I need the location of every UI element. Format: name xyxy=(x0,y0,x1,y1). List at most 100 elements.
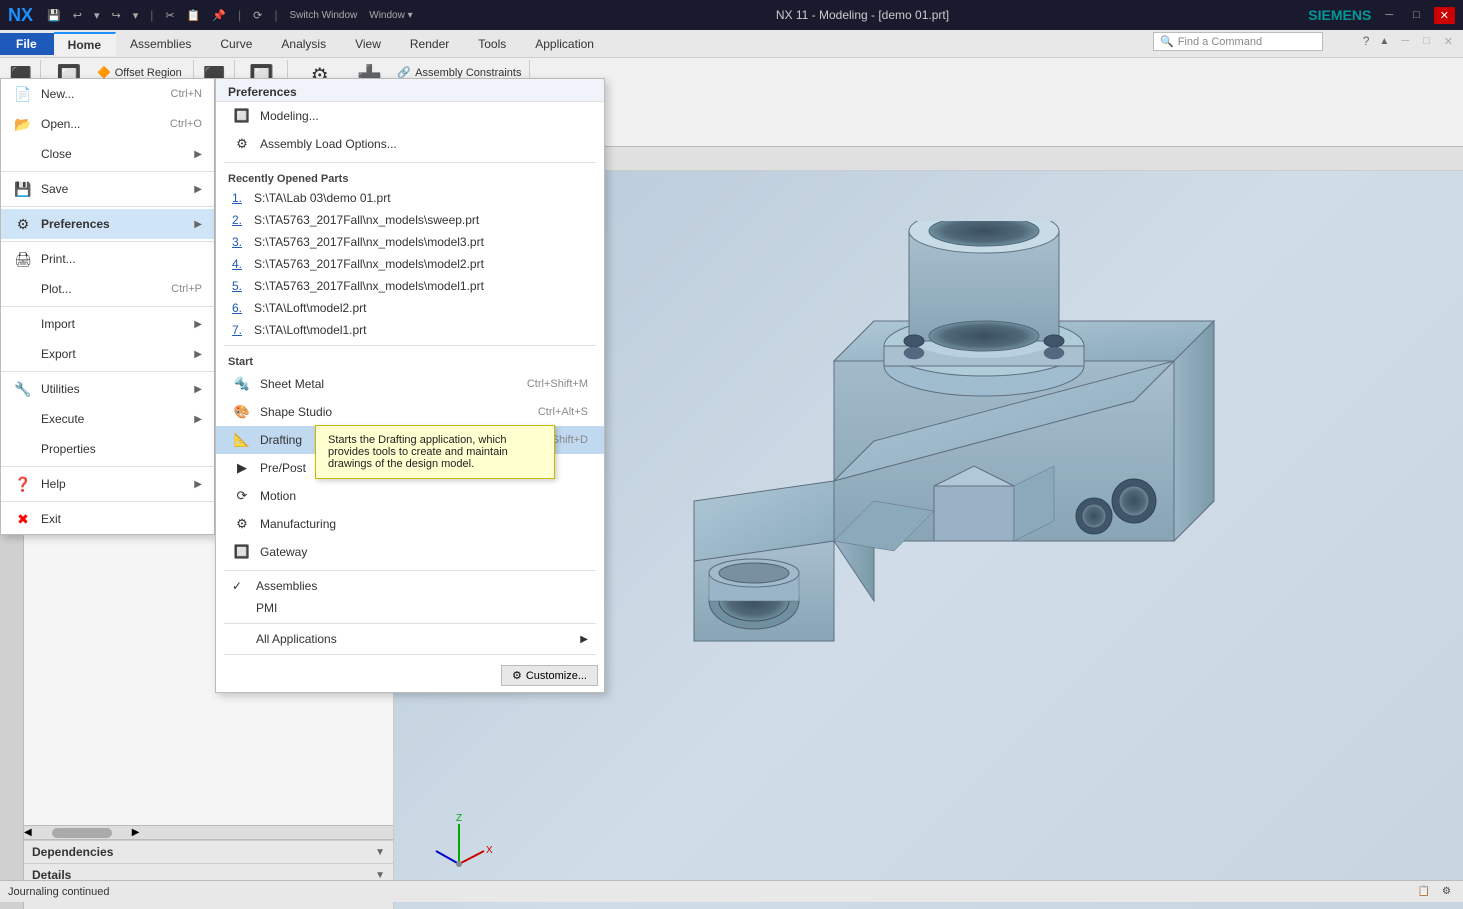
assemblies-checkmark: ✓ xyxy=(232,579,248,593)
ps-sep-4 xyxy=(224,623,596,624)
ribbon-tabs: File Home Assemblies Curve Analysis View… xyxy=(0,30,1463,58)
h-scrollbar[interactable]: ◀ ▶ xyxy=(24,825,393,839)
menu-export[interactable]: Export ▶ xyxy=(1,339,214,369)
menu-new[interactable]: 📄 New... Ctrl+N xyxy=(1,79,214,109)
tab-curve[interactable]: Curve xyxy=(206,33,267,55)
status-btn-1[interactable]: 📋 xyxy=(1414,885,1434,898)
new-shortcut: Ctrl+N xyxy=(171,88,202,100)
tab-application[interactable]: Application xyxy=(521,33,609,55)
3d-model xyxy=(494,221,1314,781)
ps-motion-label: Motion xyxy=(260,489,296,503)
ps-recent-7[interactable]: 7. S:\TA\Loft\model1.prt xyxy=(216,319,604,341)
ps-sep-3 xyxy=(224,570,596,571)
status-bar: Journaling continued 📋 ⚙ xyxy=(0,880,1463,902)
tab-view[interactable]: View xyxy=(341,33,396,55)
ps-recent-1[interactable]: 1. S:\TA\Lab 03\demo 01.prt xyxy=(216,187,604,209)
switch-window-btn[interactable]: Switch Window xyxy=(285,8,361,23)
rf-label-7: S:\TA\Loft\model1.prt xyxy=(254,323,367,337)
prefs-section-title: Preferences xyxy=(216,79,604,102)
window-title: NX 11 - Modeling - [demo 01.prt] xyxy=(776,8,949,22)
tab-analysis[interactable]: Analysis xyxy=(267,33,341,55)
ps-assembly-label: Assembly Load Options... xyxy=(260,137,397,151)
minimize-btn[interactable]: ─ xyxy=(1379,7,1399,23)
sheet-metal-icon: 🔩 xyxy=(232,374,252,394)
help-arrow: ▶ xyxy=(194,479,202,490)
app-minimize[interactable]: ─ xyxy=(1395,33,1415,49)
menu-plot[interactable]: Plot... Ctrl+P xyxy=(1,274,214,304)
tab-tools[interactable]: Tools xyxy=(464,33,521,55)
ps-all-applications[interactable]: All Applications ▶ xyxy=(216,628,604,650)
ps-recent-5[interactable]: 5. S:\TA5763_2017Fall\nx_models\model1.p… xyxy=(216,275,604,297)
menu-open[interactable]: 📂 Open... Ctrl+O xyxy=(1,109,214,139)
menu-utilities[interactable]: 🔧 Utilities ▶ xyxy=(1,374,214,404)
dependencies-header[interactable]: Dependencies ▼ xyxy=(24,841,393,863)
tab-file[interactable]: File xyxy=(0,33,54,55)
cut-btn[interactable]: ✂ xyxy=(161,7,178,24)
title-bar-right: SIEMENS ─ □ ✕ xyxy=(1308,7,1455,24)
ps-motion[interactable]: ⟳ Motion xyxy=(216,482,604,510)
ps-recent-4[interactable]: 4. S:\TA5763_2017Fall\nx_models\model2.p… xyxy=(216,253,604,275)
find-command-bar[interactable]: 🔍 Find a Command xyxy=(1153,32,1323,51)
menu-close[interactable]: Close ▶ xyxy=(1,139,214,169)
redo-btn[interactable]: ↪ xyxy=(107,7,124,24)
copy-btn[interactable]: 📋 xyxy=(183,7,205,24)
save-quickaccess[interactable]: 💾 xyxy=(43,7,65,24)
ribbon-minimize[interactable]: ▲ xyxy=(1375,34,1393,49)
plot-shortcut: Ctrl+P xyxy=(171,283,202,295)
ps-assemblies[interactable]: ✓ Assemblies xyxy=(216,575,604,597)
refresh-btn[interactable]: ⟳ xyxy=(249,7,266,24)
menu-properties[interactable]: Properties xyxy=(1,434,214,464)
scroll-left-btn[interactable]: ◀ xyxy=(24,827,32,838)
execute-arrow: ▶ xyxy=(194,414,202,425)
rf-num-5: 5. xyxy=(232,279,242,293)
tab-home[interactable]: Home xyxy=(54,32,116,56)
ps-recent-3[interactable]: 3. S:\TA5763_2017Fall\nx_models\model3.p… xyxy=(216,231,604,253)
app-close[interactable]: ✕ xyxy=(1438,33,1459,50)
execute-icon xyxy=(13,409,33,429)
tab-assemblies[interactable]: Assemblies xyxy=(116,33,206,55)
menu-exit[interactable]: ✖ Exit xyxy=(1,504,214,534)
scrollbar-thumb[interactable] xyxy=(52,828,112,838)
find-command-label: Find a Command xyxy=(1178,36,1262,48)
ps-recent-6[interactable]: 6. S:\TA\Loft\model2.prt xyxy=(216,297,604,319)
ps-gateway[interactable]: 🔲 Gateway xyxy=(216,538,604,566)
save-label: Save xyxy=(41,182,186,196)
details-chevron: ▼ xyxy=(375,870,385,881)
ps-modeling-label: Modeling... xyxy=(260,109,319,123)
undo-dropdown[interactable]: ▾ xyxy=(90,7,104,24)
import-icon xyxy=(13,314,33,334)
window-btn[interactable]: Window ▾ xyxy=(365,8,416,23)
customize-btn[interactable]: ⚙ Customize... xyxy=(501,665,598,686)
redo-dropdown[interactable]: ▾ xyxy=(129,7,143,24)
tab-render[interactable]: Render xyxy=(396,33,464,55)
ps-manufacturing[interactable]: ⚙ Manufacturing xyxy=(216,510,604,538)
menu-import[interactable]: Import ▶ xyxy=(1,309,214,339)
restore-btn[interactable]: □ xyxy=(1407,7,1426,23)
close-btn[interactable]: ✕ xyxy=(1434,7,1455,24)
properties-label: Properties xyxy=(41,442,202,456)
menu-print[interactable]: 🖨 Print... xyxy=(1,244,214,274)
dependencies-label: Dependencies xyxy=(32,845,113,859)
ps-shape-studio[interactable]: 🎨 Shape Studio Ctrl+Alt+S xyxy=(216,398,604,426)
undo-btn[interactable]: ↩ xyxy=(69,7,86,24)
ps-recent-2[interactable]: 2. S:\TA5763_2017Fall\nx_models\sweep.pr… xyxy=(216,209,604,231)
scroll-right-btn[interactable]: ▶ xyxy=(132,827,140,838)
ps-modeling[interactable]: 🔲 Modeling... xyxy=(216,102,604,130)
paste-btn[interactable]: 📌 xyxy=(208,7,230,24)
menu-preferences[interactable]: ⚙ Preferences ▶ xyxy=(1,209,214,239)
menu-save[interactable]: 💾 Save ▶ xyxy=(1,174,214,204)
rf-num-4: 4. xyxy=(232,257,242,271)
svg-text:Z: Z xyxy=(456,813,462,824)
manufacturing-icon: ⚙ xyxy=(232,514,252,534)
ps-sheet-metal[interactable]: 🔩 Sheet Metal Ctrl+Shift+M xyxy=(216,370,604,398)
menu-execute[interactable]: Execute ▶ xyxy=(1,404,214,434)
separator-5 xyxy=(1,371,214,372)
app-restore[interactable]: □ xyxy=(1417,33,1436,49)
ps-assembly-load[interactable]: ⚙ Assembly Load Options... xyxy=(216,130,604,158)
help-btn[interactable]: ? xyxy=(1359,32,1374,50)
ps-pmi[interactable]: PMI xyxy=(216,597,604,619)
status-btn-2[interactable]: ⚙ xyxy=(1438,885,1455,898)
rf-label-4: S:\TA5763_2017Fall\nx_models\model2.prt xyxy=(254,257,484,271)
customize-label: Customize... xyxy=(526,670,587,682)
menu-help[interactable]: ❓ Help ▶ xyxy=(1,469,214,499)
